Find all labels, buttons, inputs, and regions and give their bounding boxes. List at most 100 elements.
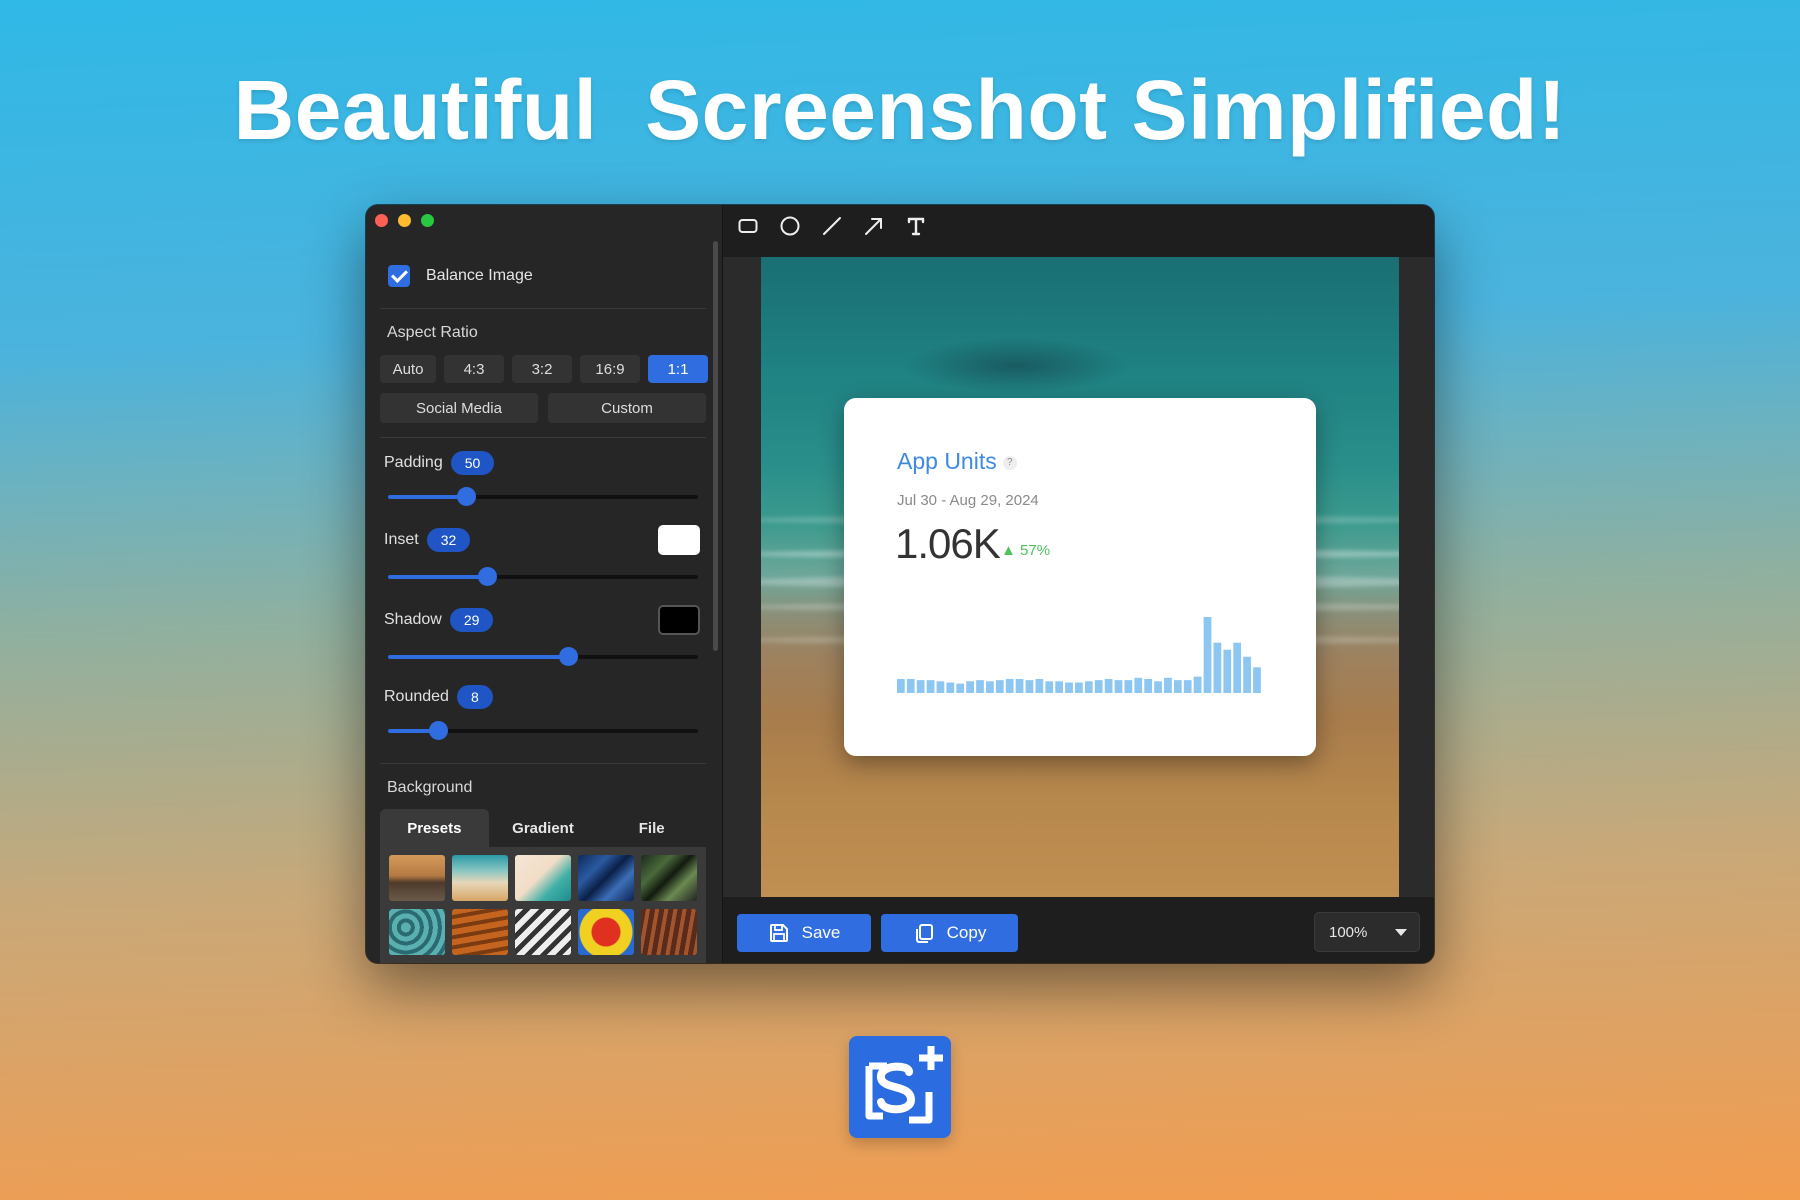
preset-thumbnail[interactable]	[452, 909, 508, 955]
shadow-label: Shadow	[384, 611, 442, 628]
chart-bar	[1233, 642, 1242, 693]
rounded-label: Rounded	[384, 688, 449, 705]
chart-bar	[897, 678, 905, 693]
balance-image-checkbox[interactable]	[388, 265, 410, 287]
preset-thumbnail[interactable]	[578, 909, 634, 955]
tab-gradient[interactable]: Gradient	[489, 809, 598, 847]
chart-bar	[1253, 667, 1261, 693]
text-icon[interactable]	[905, 215, 927, 237]
balance-image-row[interactable]: Balance Image	[388, 265, 533, 287]
minimize-window-button[interactable]	[398, 214, 411, 227]
chart-bar	[936, 681, 945, 693]
chart-bar	[946, 682, 955, 693]
aspect-auto-button[interactable]: Auto	[380, 355, 436, 383]
preset-thumbnail[interactable]	[389, 855, 445, 901]
chart-bar	[1134, 677, 1143, 693]
chart-bar	[1173, 680, 1182, 693]
tab-file[interactable]: File	[597, 809, 706, 847]
chart-bar	[1055, 681, 1063, 693]
tab-presets[interactable]: Presets	[380, 809, 489, 847]
shadow-value-badge: 29	[449, 608, 494, 632]
chart-bar	[926, 680, 935, 693]
inset-label: Inset	[384, 531, 419, 548]
chart-bar	[1203, 617, 1212, 693]
custom-ratio-button[interactable]: Custom	[548, 393, 706, 423]
inset-value-badge: 32	[426, 528, 471, 552]
zoom-select[interactable]: 100%	[1314, 912, 1420, 952]
inset-slider[interactable]	[388, 567, 698, 586]
window-controls	[375, 214, 434, 227]
copy-button[interactable]: Copy	[881, 914, 1018, 952]
preview-canvas[interactable]: App Units? Jul 30 - Aug 29, 2024 1.06K ▲…	[761, 257, 1399, 897]
shadow-color-swatch[interactable]	[658, 605, 700, 635]
shadow-label-row: Shadow 29	[384, 608, 494, 632]
background-presets-grid	[380, 847, 706, 963]
preset-thumbnail[interactable]	[515, 855, 571, 901]
inset-slider-handle[interactable]	[478, 567, 498, 586]
preset-thumbnail[interactable]	[641, 909, 697, 955]
rounded-slider[interactable]	[388, 721, 698, 740]
chart-bar	[986, 681, 994, 693]
aspect-16-9-button[interactable]: 16:9	[580, 355, 640, 383]
help-icon: ?	[1002, 455, 1017, 470]
aspect-1-1-button[interactable]: 1:1	[648, 355, 708, 383]
background-tabs: Presets Gradient File	[380, 809, 706, 847]
preset-thumbnail[interactable]	[578, 855, 634, 901]
save-icon	[769, 924, 788, 942]
preset-thumbnail[interactable]	[452, 855, 508, 901]
chart-bar	[966, 681, 974, 693]
preset-thumbnail[interactable]	[389, 909, 445, 955]
inset-color-swatch[interactable]	[658, 525, 700, 555]
rectangle-icon[interactable]	[737, 215, 759, 237]
circle-icon[interactable]	[779, 215, 801, 237]
padding-value-badge: 50	[450, 451, 495, 475]
chart-bar	[1124, 680, 1133, 693]
shadow-slider[interactable]	[388, 647, 698, 666]
background-title: Background	[387, 779, 473, 796]
chart-bar	[1144, 678, 1153, 693]
chart-bar	[1084, 681, 1093, 693]
chart-bar	[1193, 676, 1202, 693]
line-icon[interactable]	[821, 215, 843, 237]
padding-slider[interactable]	[388, 487, 698, 506]
chart-bar	[906, 678, 915, 693]
app-logo	[849, 1036, 951, 1138]
chart-bar	[1223, 649, 1232, 693]
aspect-ratio-options: Auto 4:3 3:2 16:9 1:1	[380, 355, 708, 383]
aspect-extra-options: Social Media Custom	[380, 393, 706, 423]
maximize-window-button[interactable]	[421, 214, 434, 227]
chevron-down-icon	[1395, 929, 1407, 936]
arrow-icon[interactable]	[863, 215, 885, 237]
padding-slider-handle[interactable]	[456, 487, 476, 506]
preset-thumbnail[interactable]	[515, 909, 571, 955]
save-button[interactable]: Save	[737, 914, 871, 952]
padding-label-row: Padding 50	[384, 451, 495, 475]
chart-bar	[1243, 656, 1251, 693]
aspect-ratio-title: Aspect Ratio	[387, 324, 478, 341]
sidebar-scrollbar[interactable]	[713, 241, 718, 651]
chart-bar	[995, 680, 1004, 693]
app-window: Balance Image Aspect Ratio Auto 4:3 3:2 …	[366, 205, 1434, 963]
divider	[380, 437, 706, 438]
chart-bar	[1065, 682, 1073, 693]
aspect-4-3-button[interactable]: 4:3	[444, 355, 504, 383]
padding-slider-fill	[388, 495, 466, 499]
divider	[380, 763, 706, 764]
logo-icon	[865, 1046, 943, 1124]
canvas-area: App Units? Jul 30 - Aug 29, 2024 1.06K ▲…	[723, 257, 1434, 943]
social-media-button[interactable]: Social Media	[380, 393, 538, 423]
metric-value: 1.06K	[895, 520, 1001, 567]
preset-thumbnail[interactable]	[641, 855, 697, 901]
date-range: Jul 30 - Aug 29, 2024	[897, 492, 1039, 509]
inset-slider-fill	[388, 575, 488, 579]
card-title: App Units	[897, 448, 997, 474]
headline: Beautiful Screenshot Simplified!	[233, 63, 1567, 157]
aspect-3-2-button[interactable]: 3:2	[512, 355, 572, 383]
chart-bar	[1154, 681, 1162, 693]
zoom-value: 100%	[1329, 923, 1368, 941]
rounded-slider-handle[interactable]	[428, 721, 448, 740]
close-window-button[interactable]	[375, 214, 388, 227]
copy-icon	[915, 924, 933, 943]
shadow-slider-handle[interactable]	[558, 647, 578, 666]
chart-bar	[1005, 678, 1014, 693]
